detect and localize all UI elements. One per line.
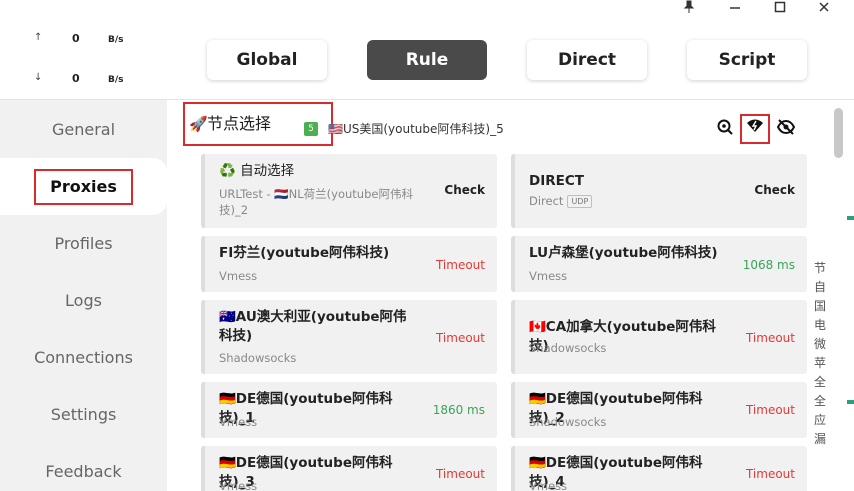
edge-char: 自	[813, 280, 826, 294]
mode-global-button[interactable]: Global	[207, 40, 327, 80]
group-count-badge: 5	[304, 122, 318, 136]
upload-value: 0	[72, 32, 80, 45]
sidebar-item-label: Proxies	[34, 169, 133, 205]
wifi-test-icon[interactable]	[740, 114, 770, 144]
udp-badge: UDP	[567, 195, 593, 208]
title-bar	[0, 0, 854, 18]
upload-arrow-icon: ↑	[34, 32, 43, 43]
sidebar-item-settings[interactable]: Settings	[0, 386, 167, 443]
upload-unit: B/s	[108, 35, 124, 45]
proxy-type: Direct	[529, 194, 564, 208]
download-speed: ↓ 0 B/s	[0, 72, 167, 92]
proxy-check-button[interactable]: Check	[754, 183, 795, 197]
mode-script-button[interactable]: Script	[687, 40, 807, 80]
proxy-card[interactable]: 🇨🇦CA加拿大(youtube阿伟科技) Shadowsocks Timeout	[511, 300, 807, 374]
edge-char: 全	[813, 394, 826, 408]
proxy-card[interactable]: DIRECT Direct UDP Check	[511, 154, 807, 228]
proxy-delay[interactable]: Timeout	[436, 258, 485, 272]
proxy-type: Vmess	[219, 479, 258, 491]
proxy-type: Vmess	[529, 269, 568, 283]
proxy-type: Shadowsocks	[219, 351, 297, 365]
mode-direct-button[interactable]: Direct	[527, 40, 647, 80]
proxy-delay[interactable]: Timeout	[436, 331, 485, 345]
proxy-type: Vmess	[219, 269, 258, 283]
main-panel: Global Rule Direct Script 🚀 节点选择 5 🇺🇸US美…	[167, 18, 854, 491]
proxy-type-row: Direct UDP	[529, 193, 729, 209]
proxy-card[interactable]: 🇩🇪DE德国(youtube阿伟科技)_1 Vmess 1860 ms	[201, 382, 497, 438]
proxy-list-scrollbar[interactable]	[834, 108, 843, 158]
upload-speed: ↑ 0 B/s	[0, 32, 167, 52]
proxy-type: Shadowsocks	[529, 415, 607, 429]
sidebar-item-label: Feedback	[45, 462, 122, 481]
background-window-mark	[847, 400, 854, 404]
background-window-mark	[847, 216, 854, 220]
eye-off-icon[interactable]	[775, 118, 797, 140]
search-location-icon[interactable]	[714, 118, 736, 140]
proxy-name: DIRECT	[529, 173, 584, 189]
edge-char: 全	[813, 375, 826, 389]
sidebar-item-label: Logs	[65, 291, 102, 310]
sidebar-item-label: Settings	[50, 405, 117, 424]
sidebar-item-label: General	[51, 120, 116, 139]
edge-char: 国	[813, 299, 826, 313]
edge-char: 漏	[813, 432, 826, 446]
proxy-delay[interactable]: Timeout	[436, 467, 485, 481]
proxy-group-header[interactable]: 🚀 节点选择 5 🇺🇸US美国(youtube阿伟科技)_5	[167, 102, 835, 152]
edge-char: 微	[813, 337, 826, 351]
mode-rule-button[interactable]: Rule	[367, 40, 487, 80]
proxy-card[interactable]: ♻️ 自动选择 URLTest - 🇳🇱NL荷兰(youtube阿伟科技)_2 …	[201, 154, 497, 228]
sidebar-item-logs[interactable]: Logs	[0, 272, 167, 329]
proxy-type: Shadowsocks	[529, 341, 607, 355]
sidebar: ↑ 0 B/s ↓ 0 B/s General Proxies Profiles…	[0, 18, 167, 491]
sidebar-item-feedback[interactable]: Feedback	[0, 443, 167, 491]
proxy-delay[interactable]: 1860 ms	[433, 403, 485, 417]
proxy-card[interactable]: FI芬兰(youtube阿伟科技) Vmess Timeout	[201, 236, 497, 292]
background-window-text: 节 自 国 电 微 苹 全 全 应 漏	[813, 259, 827, 449]
proxy-delay[interactable]: Timeout	[746, 403, 795, 417]
proxy-grid: ♻️ 自动选择 URLTest - 🇳🇱NL荷兰(youtube阿伟科技)_2 …	[201, 154, 807, 491]
proxy-card[interactable]: 🇩🇪DE德国(youtube阿伟科技)_4 Vmess Timeout	[511, 446, 807, 491]
proxy-name: LU卢森堡(youtube阿伟科技)	[529, 245, 718, 261]
pin-icon[interactable]	[679, 0, 699, 18]
proxy-name: ♻️ 自动选择	[219, 163, 295, 179]
sidebar-item-profiles[interactable]: Profiles	[0, 215, 167, 272]
maximize-icon[interactable]	[770, 0, 790, 18]
download-arrow-icon: ↓	[34, 72, 43, 83]
proxy-type: Vmess	[529, 479, 568, 491]
sidebar-item-connections[interactable]: Connections	[0, 329, 167, 386]
proxy-delay[interactable]: 1068 ms	[743, 258, 795, 272]
proxy-delay[interactable]: Timeout	[746, 331, 795, 345]
download-value: 0	[72, 72, 80, 85]
sidebar-item-proxies[interactable]: Proxies	[0, 158, 167, 215]
minimize-icon[interactable]	[725, 0, 745, 18]
edge-char: 苹	[813, 356, 826, 370]
proxy-card[interactable]: 🇦🇺AU澳大利亚(youtube阿伟科技) Shadowsocks Timeou…	[201, 300, 497, 374]
proxy-card[interactable]: 🇩🇪DE德国(youtube阿伟科技)_2 Shadowsocks Timeou…	[511, 382, 807, 438]
proxy-name: 🇦🇺AU澳大利亚(youtube阿伟科技)	[219, 309, 407, 344]
group-selected-node: 🇺🇸US美国(youtube阿伟科技)_5	[328, 122, 504, 136]
mode-selector: Global Rule Direct Script	[167, 18, 854, 100]
sidebar-item-label: Connections	[34, 348, 133, 367]
close-icon[interactable]	[814, 0, 834, 18]
edge-char: 应	[813, 413, 826, 427]
edge-char: 节	[813, 261, 826, 275]
proxy-card[interactable]: LU卢森堡(youtube阿伟科技) Vmess 1068 ms	[511, 236, 807, 292]
proxy-check-button[interactable]: Check	[444, 183, 485, 197]
edge-char: 电	[813, 318, 826, 332]
sidebar-item-label: Profiles	[54, 234, 113, 253]
traffic-panel: ↑ 0 B/s ↓ 0 B/s	[0, 18, 167, 100]
proxy-card[interactable]: 🇩🇪DE德国(youtube阿伟科技)_3 Vmess Timeout	[201, 446, 497, 491]
download-unit: B/s	[108, 75, 124, 85]
rocket-icon: 🚀	[189, 115, 208, 133]
sidebar-item-general[interactable]: General	[0, 101, 167, 158]
proxy-type: URLTest - 🇳🇱NL荷兰(youtube阿伟科技)_2	[219, 187, 413, 217]
group-title-text: 节点选择	[207, 114, 272, 133]
proxy-name: FI芬兰(youtube阿伟科技)	[219, 245, 390, 261]
proxy-type: Vmess	[219, 415, 258, 429]
proxy-delay[interactable]: Timeout	[746, 467, 795, 481]
